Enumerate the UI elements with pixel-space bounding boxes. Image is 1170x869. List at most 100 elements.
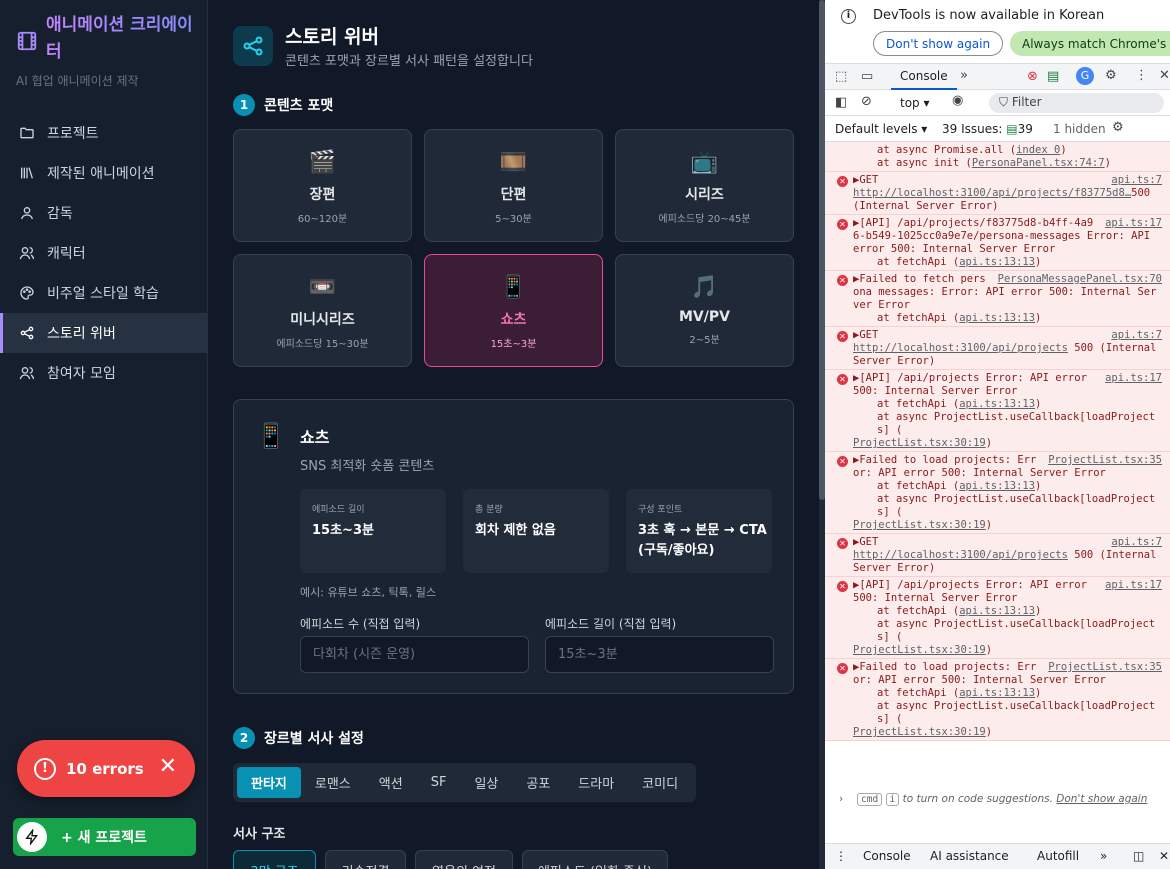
stack-link[interactable]: PersonaPanel.tsx:74:7	[972, 157, 1105, 169]
tab-genre-comedy[interactable]: 코미디	[628, 767, 692, 798]
always-match-language-button[interactable]: Always match Chrome's language	[1010, 31, 1170, 56]
sidebar-toggle-icon[interactable]: ◧	[835, 95, 847, 110]
device-toggle-icon[interactable]: ▭	[861, 69, 873, 84]
source-link[interactable]: api.ts:17	[1105, 217, 1162, 230]
inspect-icon[interactable]: ⬚	[835, 69, 847, 84]
stack-link[interactable]: ProjectList.tsx:30:19	[853, 519, 986, 531]
sidebar-item-story-weaver[interactable]: 스토리 위버	[0, 313, 208, 353]
kebab-menu-icon[interactable]: ⋮	[1135, 68, 1148, 83]
narrative-three-act-button[interactable]: 3막 구조	[233, 850, 316, 869]
tab-genre-fantasy[interactable]: 판타지	[237, 767, 301, 798]
stack-link[interactable]: api.ts:13:13	[959, 398, 1035, 410]
console-error-entry[interactable]: ✕ ProjectList.tsx:35 ▶Failed to load proje…	[825, 452, 1170, 534]
console-error-entry[interactable]: ✕ api.ts:17 ▶[API] /api/projects/f83775d8-…	[825, 215, 1170, 271]
sidebar-item-participants[interactable]: 참여자 모임	[0, 353, 208, 393]
filter-input[interactable]: ⛉ Filter	[989, 93, 1164, 113]
drawer-more-icon[interactable]: »	[1100, 849, 1107, 863]
phone-icon: 📱	[256, 422, 286, 450]
source-link[interactable]: ProjectList.tsx:35	[1048, 661, 1162, 674]
issues-count[interactable]: 39 Issues: ▤39	[942, 122, 1033, 136]
gear-icon[interactable]: ⚙	[1105, 68, 1117, 83]
close-icon[interactable]: ✕	[1159, 68, 1170, 83]
format-card-mv-pv[interactable]: 🎵 MV/PV 2~5분	[615, 254, 794, 367]
format-card-miniseries[interactable]: 📼 미니시리즈 에피소드당 15~30분	[233, 254, 412, 367]
stack-link[interactable]: api.ts:13:13	[959, 312, 1035, 324]
eye-icon[interactable]: ◉	[952, 93, 963, 108]
issues-label: 39 Issues:	[942, 122, 1003, 136]
context-selector[interactable]: top ▾	[900, 96, 930, 110]
stack-link[interactable]: api.ts:13:13	[959, 605, 1035, 617]
source-link[interactable]: api.ts:7	[1111, 329, 1162, 342]
narrative-episodic-button[interactable]: 에피소드 (일화 중심)	[522, 850, 668, 869]
source-link[interactable]: ProjectList.tsx:35	[1048, 454, 1162, 467]
format-card-shorts[interactable]: 📱 쇼츠 15초~3분	[424, 254, 603, 367]
dont-show-again-button[interactable]: Don't show again	[873, 31, 1004, 56]
console-error-entry[interactable]: at async Promise.all (index 0) at async i…	[825, 142, 1170, 172]
format-card-feature[interactable]: 🎬 장편 60~120분	[233, 129, 412, 242]
request-url-link[interactable]: http://localhost:3100/api/projects	[853, 342, 1068, 354]
source-link[interactable]: api.ts:17	[1105, 372, 1162, 385]
new-project-button[interactable]: + 새 프로젝트	[13, 818, 196, 856]
narrative-hero-journey-button[interactable]: 영웅의 여정	[415, 850, 513, 869]
source-link[interactable]: PersonaMessagePanel.tsx:70	[998, 273, 1162, 286]
narrative-kishotenketsu-button[interactable]: 기승전결	[325, 850, 406, 869]
errors-indicator[interactable]: ! 10 errors ✕	[17, 740, 195, 797]
source-link[interactable]: api.ts:7	[1111, 536, 1162, 549]
request-url-link[interactable]: http://localhost:3100/api/projects	[853, 549, 1068, 561]
stack-link[interactable]: api.ts:13:13	[959, 256, 1035, 268]
episode-count-input[interactable]	[300, 636, 529, 673]
episode-length-input[interactable]	[545, 636, 774, 673]
console-error-entry[interactable]: ✕ ProjectList.tsx:35 ▶Failed to load proje…	[825, 659, 1170, 741]
sidebar-item-label: 감독	[47, 206, 73, 222]
console-error-entry[interactable]: ✕ PersonaMessagePanel.tsx:70 ▶Failed to fe…	[825, 271, 1170, 327]
bolt-icon	[17, 822, 47, 852]
issues-icon[interactable]: ▤	[1047, 69, 1059, 84]
default-levels-dropdown[interactable]: Default levels ▾	[835, 122, 927, 136]
source-link[interactable]: api.ts:7	[1111, 174, 1162, 187]
stack-link[interactable]: api.ts:13:13	[959, 480, 1035, 492]
sidebar-item-animations[interactable]: 제작된 애니메이션	[0, 153, 208, 193]
format-card-short-film[interactable]: 🎞️ 단편 5~30분	[424, 129, 603, 242]
drawer-close-icon[interactable]: ✕	[1159, 849, 1169, 863]
more-tabs-icon[interactable]: »	[960, 68, 968, 83]
prompt-dont-show-link[interactable]: Don't show again	[1056, 793, 1147, 805]
tab-genre-romance[interactable]: 로맨스	[301, 767, 365, 798]
sidebar-item-visual-style[interactable]: 비주얼 스타일 학습	[0, 273, 208, 313]
sidebar-item-director[interactable]: 감독	[0, 193, 208, 233]
tab-genre-sf[interactable]: SF	[417, 767, 461, 798]
error-count-icon[interactable]: ⊗	[1027, 69, 1038, 84]
console-settings-gear-icon[interactable]: ⚙	[1112, 120, 1124, 135]
tab-genre-drama[interactable]: 드라마	[564, 767, 628, 798]
drawer-dock-icon[interactable]: ◫	[1133, 849, 1144, 863]
stack-link[interactable]: ProjectList.tsx:30:19	[853, 437, 986, 449]
console-error-entry[interactable]: ✕ api.ts:17 ▶[API] /api/projects Error: AP…	[825, 577, 1170, 659]
close-icon[interactable]: ✕	[159, 756, 177, 778]
drawer-tab-console[interactable]: Console	[863, 849, 911, 863]
console-error-entry[interactable]: ✕ api.ts:7 ▶GET http://localhost:3100/api/p…	[825, 327, 1170, 370]
stack-link[interactable]: ProjectList.tsx:30:19	[853, 726, 986, 738]
console-error-entry[interactable]: ✕ api.ts:7 ▶GET http://localhost:3100/api/p…	[825, 534, 1170, 577]
stack-link[interactable]: index 0	[1016, 144, 1060, 156]
console-error-entry[interactable]: ✕ api.ts:7 ▶GET http://localhost:3100/api/p…	[825, 172, 1170, 215]
format-card-series[interactable]: 📺 시리즈 에피소드당 20~45분	[615, 129, 794, 242]
clear-console-icon[interactable]: ⊘	[861, 94, 872, 109]
drawer-tab-autofill[interactable]: Autofill	[1037, 849, 1079, 863]
weaver-icon	[20, 326, 34, 340]
context-value: top	[900, 96, 920, 110]
stack-link[interactable]: api.ts:13:13	[959, 687, 1035, 699]
stack-link[interactable]: ProjectList.tsx:30:19	[853, 644, 986, 656]
sidebar-item-characters[interactable]: 캐릭터	[0, 233, 208, 273]
sidebar-item-projects[interactable]: 프로젝트	[0, 113, 208, 153]
console-error-entry[interactable]: ✕ api.ts:17 ▶[API] /api/projects Error: AP…	[825, 370, 1170, 452]
sidebar-item-label: 스토리 위버	[47, 326, 116, 342]
ai-assist-icon[interactable]: G	[1076, 67, 1094, 85]
request-url-link[interactable]: http://localhost:3100/api/projects/f8377…	[853, 187, 1131, 199]
console-prompt[interactable]: › cmd i to turn on code suggestions. Don…	[825, 790, 1170, 830]
tab-genre-horror[interactable]: 공포	[512, 767, 564, 798]
tab-genre-daily[interactable]: 일상	[460, 767, 512, 798]
drawer-menu-icon[interactable]: ⋮	[835, 849, 847, 863]
tab-console[interactable]: Console	[891, 64, 957, 90]
drawer-tab-ai-assistance[interactable]: AI assistance	[930, 849, 1009, 863]
tab-genre-action[interactable]: 액션	[365, 767, 417, 798]
source-link[interactable]: api.ts:17	[1105, 579, 1162, 592]
